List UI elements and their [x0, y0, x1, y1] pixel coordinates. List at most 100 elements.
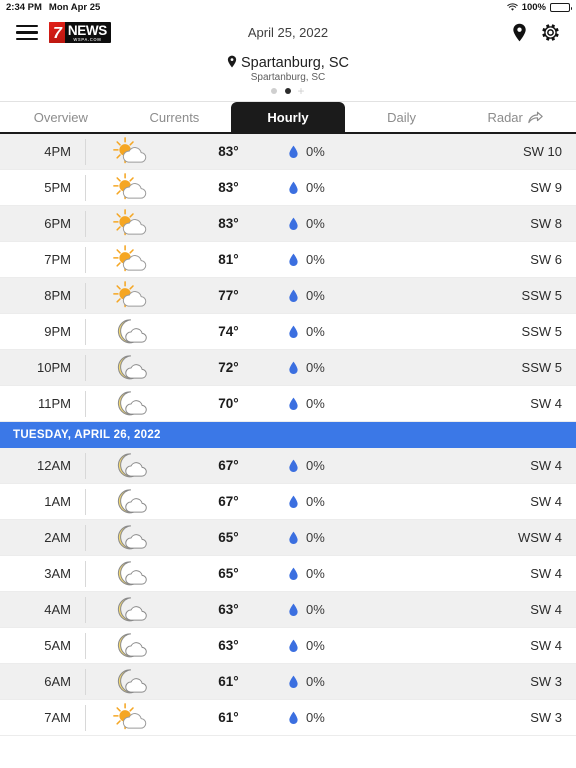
hourly-row-temperature: 83° — [218, 216, 239, 231]
moon-cloud-icon — [86, 523, 176, 553]
hourly-row-2am[interactable]: 2AM 65° 0% WSW 4 — [0, 520, 576, 556]
hourly-row-precip-value: 0% — [306, 494, 325, 509]
water-droplet-icon — [289, 145, 298, 159]
hourly-row-10pm[interactable]: 10PM 72° 0% SSW 5 — [0, 350, 576, 386]
tab-currents[interactable]: Currents — [118, 102, 232, 132]
hourly-row-temperature: 67° — [218, 494, 239, 509]
wspa-7news-logo[interactable]: 7 NEWS WSPA.COM — [49, 22, 111, 43]
hourly-row-9pm[interactable]: 9PM 74° 0% SSW 5 — [0, 314, 576, 350]
moon-cloud-icon — [117, 488, 147, 513]
hourly-row-precip-value: 0% — [306, 602, 325, 617]
moon-cloud-icon — [117, 668, 147, 693]
hourly-row-precipitation: 0% — [281, 252, 426, 267]
water-droplet-icon — [289, 639, 298, 653]
hourly-row-wind: SW 4 — [530, 494, 562, 509]
hourly-row-wind: SW 9 — [530, 180, 562, 195]
hourly-row-precipitation: 0% — [281, 458, 426, 473]
hourly-row-5am[interactable]: 5AM 63° 0% SW 4 — [0, 628, 576, 664]
section-tab-bar: Overview Currents Hourly Daily Radar — [0, 102, 576, 134]
sun-cloud-icon — [113, 702, 147, 729]
hourly-row-7pm[interactable]: 7PM 81° 0% SW 6 — [0, 242, 576, 278]
water-droplet-icon — [289, 181, 298, 195]
hourly-row-wind: SW 4 — [530, 602, 562, 617]
moon-cloud-icon — [86, 317, 176, 347]
hourly-row-temperature: 83° — [218, 144, 239, 159]
hourly-row-4pm[interactable]: 4PM 83° 0% SW 10 — [0, 134, 576, 170]
pager-dot-1[interactable] — [271, 88, 278, 94]
moon-cloud-icon — [86, 667, 176, 697]
tab-daily-label: Daily — [387, 109, 417, 125]
hourly-row-precipitation: 0% — [281, 602, 426, 617]
hourly-row-1am[interactable]: 1AM 67° 0% SW 4 — [0, 484, 576, 520]
hourly-row-precip-value: 0% — [306, 566, 325, 581]
hourly-row-precipitation: 0% — [281, 494, 426, 509]
pager-dot-2[interactable] — [285, 88, 292, 94]
tab-overview[interactable]: Overview — [4, 102, 118, 132]
hourly-row-precip-value: 0% — [306, 360, 325, 375]
hourly-row-6pm[interactable]: 6PM 83° 0% SW 8 — [0, 206, 576, 242]
hourly-row-precipitation: 0% — [281, 396, 426, 411]
tab-hourly[interactable]: Hourly — [231, 102, 345, 132]
hourly-row-5pm[interactable]: 5PM 83° 0% SW 9 — [0, 170, 576, 206]
hourly-row-time: 5PM — [0, 174, 86, 201]
gear-icon[interactable] — [541, 23, 560, 42]
moon-cloud-icon — [86, 451, 176, 481]
hourly-forecast-list: 4PM 83° 0% SW 10 5PM 83° 0% SW 9 6PM 83°… — [0, 134, 576, 736]
water-droplet-icon — [289, 675, 298, 689]
sun-cloud-icon — [86, 280, 176, 311]
tab-radar[interactable]: Radar — [458, 102, 572, 132]
hourly-row-6am[interactable]: 6AM 61° 0% SW 3 — [0, 664, 576, 700]
location-pin-icon[interactable] — [512, 23, 527, 42]
hourly-row-wind: SW 4 — [530, 638, 562, 653]
sun-cloud-icon — [86, 208, 176, 239]
hourly-row-temperature: 65° — [218, 530, 239, 545]
hourly-row-precipitation: 0% — [281, 180, 426, 195]
hourly-row-12am[interactable]: 12AM 67° 0% SW 4 — [0, 448, 576, 484]
hourly-row-wind: SW 10 — [522, 144, 562, 159]
hourly-row-4am[interactable]: 4AM 63° 0% SW 4 — [0, 592, 576, 628]
add-location-button[interactable]: + — [297, 85, 304, 97]
day-divider: TUESDAY, APRIL 26, 2022 — [0, 422, 576, 448]
moon-cloud-icon — [86, 631, 176, 661]
hourly-row-precipitation: 0% — [281, 710, 426, 725]
hourly-row-time: 3AM — [0, 560, 86, 587]
hourly-row-3am[interactable]: 3AM 65° 0% SW 4 — [0, 556, 576, 592]
location-secondary-label: Spartanburg, SC — [250, 72, 326, 83]
moon-cloud-icon — [86, 595, 176, 625]
moon-cloud-icon — [117, 354, 147, 379]
moon-cloud-icon — [86, 353, 176, 383]
hourly-row-wind: SW 4 — [530, 458, 562, 473]
hourly-row-11pm[interactable]: 11PM 70° 0% SW 4 — [0, 386, 576, 422]
hourly-row-temperature: 77° — [218, 288, 239, 303]
battery-icon — [550, 3, 572, 12]
share-arrow-icon — [528, 111, 543, 124]
moon-cloud-icon — [117, 452, 147, 477]
hourly-row-precip-value: 0% — [306, 288, 325, 303]
hourly-row-precipitation: 0% — [281, 216, 426, 231]
hourly-row-8pm[interactable]: 8PM 77° 0% SSW 5 — [0, 278, 576, 314]
hourly-row-precipitation: 0% — [281, 288, 426, 303]
hourly-row-wind: SW 3 — [530, 710, 562, 725]
tab-daily[interactable]: Daily — [345, 102, 459, 132]
location-pager[interactable]: + — [0, 85, 576, 97]
hourly-row-time: 9PM — [0, 318, 86, 345]
water-droplet-icon — [289, 495, 298, 509]
hourly-row-7am[interactable]: 7AM 61° 0% SW 3 — [0, 700, 576, 736]
tab-currents-label: Currents — [149, 109, 200, 125]
moon-cloud-icon — [117, 390, 147, 415]
moon-cloud-icon — [86, 389, 176, 419]
hourly-row-temperature: 72° — [218, 360, 239, 375]
hamburger-menu-icon[interactable] — [16, 24, 38, 41]
hourly-row-wind: SSW 5 — [521, 324, 562, 339]
hourly-row-precip-value: 0% — [306, 458, 325, 473]
water-droplet-icon — [289, 603, 298, 617]
sun-cloud-icon — [113, 280, 147, 307]
water-droplet-icon — [289, 217, 298, 231]
hourly-row-precip-value: 0% — [306, 144, 325, 159]
water-droplet-icon — [289, 459, 298, 473]
location-primary-row[interactable]: Spartanburg, SC — [0, 55, 576, 71]
logo-seven-mark: 7 — [49, 22, 65, 43]
hourly-row-wind: WSW 4 — [517, 530, 562, 545]
tab-hourly-label: Hourly — [267, 109, 309, 125]
water-droplet-icon — [289, 253, 298, 267]
